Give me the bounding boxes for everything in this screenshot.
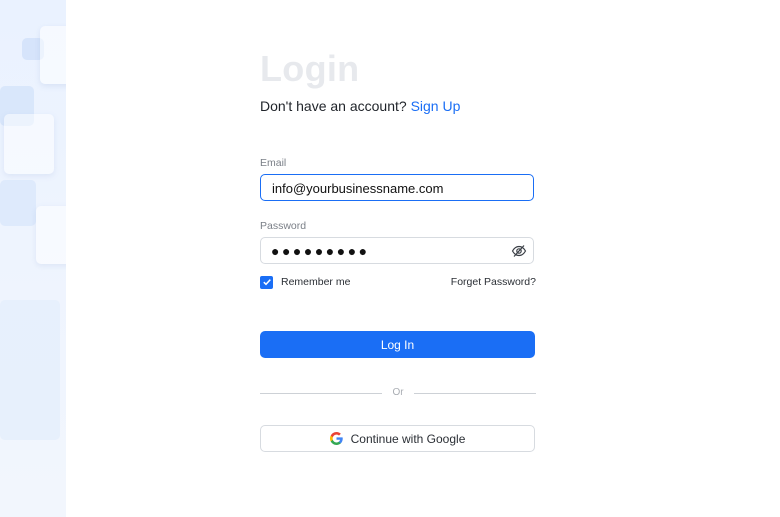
email-field[interactable]: info@yourbusinessname.com	[260, 174, 534, 201]
signup-link[interactable]: Sign Up	[411, 98, 461, 114]
divider-line-right	[414, 393, 536, 394]
forgot-password-link[interactable]: Forget Password?	[451, 276, 536, 288]
password-field[interactable]: ●●●●●●●●●	[260, 237, 534, 264]
remember-me-checkbox[interactable]: Remember me	[260, 275, 350, 289]
checkbox-box[interactable]	[260, 275, 273, 289]
or-divider: Or	[260, 387, 536, 401]
check-icon	[262, 279, 271, 286]
google-logo-icon	[329, 432, 343, 445]
password-mask: ●●●●●●●●●	[271, 243, 370, 259]
email-value: info@yourbusinessname.com	[272, 181, 444, 196]
remember-me-label: Remember me	[281, 276, 351, 288]
decorative-side-panel	[0, 0, 66, 517]
password-label: Password	[260, 220, 307, 232]
email-label: Email	[260, 157, 287, 169]
eye-slash-icon[interactable]	[511, 243, 527, 259]
google-button-label: Continue with Google	[350, 431, 466, 446]
google-signin-button[interactable]: Continue with Google	[260, 425, 535, 452]
login-button[interactable]: Log In	[260, 331, 535, 358]
signup-prompt: Don't have an account? Sign Up	[260, 98, 460, 114]
page-title: Login	[260, 48, 360, 89]
signup-prompt-text: Don't have an account?	[260, 98, 407, 114]
